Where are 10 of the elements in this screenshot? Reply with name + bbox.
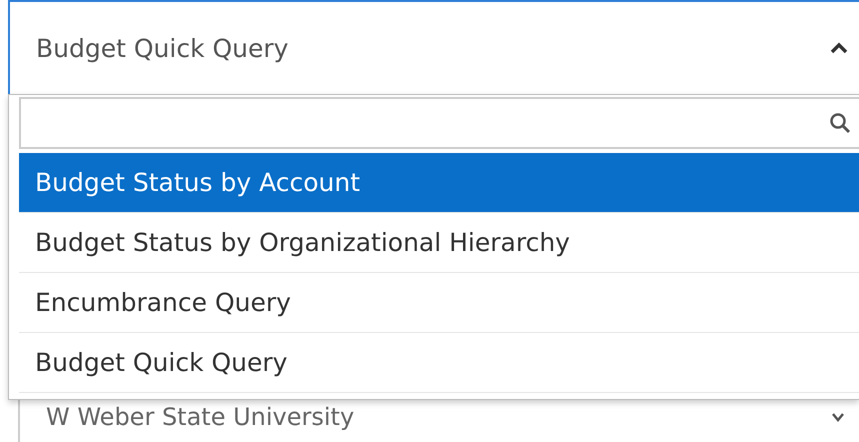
search-field[interactable] — [19, 97, 859, 149]
search-icon — [829, 112, 851, 134]
dropdown-option[interactable]: Encumbrance Query — [19, 273, 859, 333]
dropdown-option[interactable]: Budget Status by Organizational Hierarchy — [19, 213, 859, 273]
select-field[interactable]: W Weber State University — [18, 400, 859, 442]
dropdown-option[interactable]: Budget Quick Query — [19, 333, 859, 393]
dropdown-option[interactable]: Budget Status by Account — [19, 153, 859, 213]
select-value: W Weber State University — [46, 402, 354, 432]
select-value: Budget Quick Query — [36, 34, 288, 62]
caret-icon — [831, 412, 845, 422]
